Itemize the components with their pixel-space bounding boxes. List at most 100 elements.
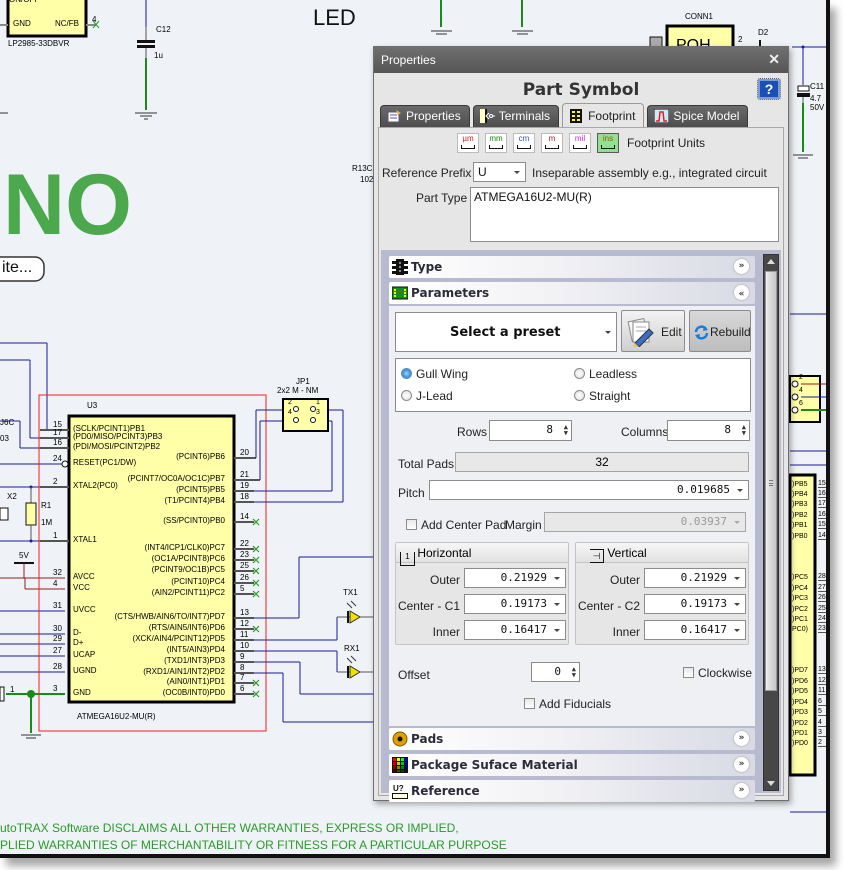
c11-ref-label: C11 bbox=[810, 82, 825, 91]
ruler-icon bbox=[601, 145, 615, 149]
pitch-input[interactable]: 0.019685 bbox=[429, 480, 749, 500]
right-chip-pin-name: )PD1 bbox=[792, 730, 808, 737]
u3-pin-number: 21 bbox=[240, 470, 249, 479]
collapse-icon[interactable]: » bbox=[734, 285, 749, 300]
expand-icon[interactable]: » bbox=[734, 731, 749, 746]
section-surface-material-header[interactable]: Package Suface Material » bbox=[389, 754, 755, 776]
scroll-up-icon[interactable] bbox=[767, 259, 775, 264]
horizontal-title: Horizontal bbox=[417, 546, 472, 560]
u3-pin-number: 26 bbox=[240, 573, 249, 582]
terminals-icon bbox=[479, 109, 495, 123]
margin-input[interactable]: 0.03937 bbox=[544, 512, 746, 532]
spin-arrows-icon[interactable]: ▲ ▼ bbox=[742, 424, 746, 437]
tab-properties[interactable]: Properties bbox=[380, 105, 470, 127]
horizontal-center-input[interactable]: 0.19173 bbox=[464, 594, 566, 614]
radio-label: Straight bbox=[589, 389, 631, 403]
section-pads-header[interactable]: Pads » bbox=[389, 728, 755, 750]
vertical-inner-input[interactable]: 0.16417 bbox=[644, 620, 746, 640]
jp1-pin-label: 2 bbox=[288, 399, 292, 406]
edit-document-icon bbox=[627, 317, 655, 350]
u3-pin-number: 13 bbox=[240, 608, 249, 617]
expand-icon[interactable]: » bbox=[734, 259, 749, 274]
add-fiducials-checkbox[interactable]: Add Fiducials bbox=[524, 697, 611, 711]
jp1-pin-label: 1 bbox=[316, 399, 320, 406]
expand-icon[interactable]: » bbox=[734, 783, 749, 798]
clockwise-checkbox[interactable]: Clockwise bbox=[683, 666, 752, 680]
u3-pin-name: D+ bbox=[73, 638, 84, 647]
checkbox-icon bbox=[683, 667, 694, 678]
properties-titlebar[interactable]: Properties ✕ bbox=[374, 47, 788, 73]
horizontal-inner-input[interactable]: 0.16417 bbox=[464, 620, 566, 640]
rows-label: Rows bbox=[457, 425, 488, 439]
reference-prefix-description: Inseparable assembly e.g., integrated ci… bbox=[532, 166, 767, 180]
right-chip-pin-name: )PB3 bbox=[792, 501, 808, 508]
section-type-header[interactable]: Type » bbox=[389, 256, 755, 278]
u3-pin-number: 5 bbox=[240, 584, 245, 593]
u3-pin-name: XTAL1 bbox=[73, 535, 97, 544]
radio-leadless[interactable]: Leadless bbox=[574, 367, 637, 381]
horizontal-outer-input[interactable]: 0.21929 bbox=[464, 568, 566, 588]
unit-label: ins bbox=[602, 134, 614, 143]
radio-label: Leadless bbox=[589, 367, 638, 381]
preset-value: Select a preset bbox=[450, 325, 561, 340]
section-reference-header[interactable]: U? Reference » bbox=[389, 780, 755, 802]
lp-pin4-label: 4 bbox=[92, 15, 97, 24]
connector-pin-number: 4 bbox=[799, 387, 803, 394]
help-icon[interactable]: ? bbox=[757, 78, 781, 100]
c12-value-label: 1u bbox=[154, 51, 163, 60]
expand-icon[interactable]: » bbox=[734, 757, 749, 772]
connector-pin-number: 6 bbox=[799, 400, 803, 407]
radio-straight[interactable]: Straight bbox=[574, 389, 630, 403]
scrollbar-thumb[interactable] bbox=[765, 271, 777, 691]
section-parameters-header[interactable]: Parameters » bbox=[389, 282, 755, 304]
u3-pin-name: (TXD1/INT3)PD3 bbox=[164, 656, 225, 665]
part-type-input[interactable]: ATMEGA16U2-MU(R) bbox=[470, 187, 779, 242]
pad-icon bbox=[392, 731, 408, 747]
center-c2-label: Center - C2 bbox=[577, 599, 640, 613]
preset-select[interactable]: Select a preset bbox=[395, 312, 617, 352]
unit-button-mm[interactable]: mm bbox=[485, 133, 507, 153]
close-icon[interactable]: ✕ bbox=[768, 51, 780, 68]
radio-gull-wing[interactable]: Gull Wing bbox=[401, 367, 468, 381]
edit-button[interactable]: Edit bbox=[621, 310, 685, 352]
tab-spice-model[interactable]: Spice Model bbox=[647, 105, 749, 127]
chevron-down-icon bbox=[734, 521, 740, 524]
offset-stepper[interactable]: 0 ▲ ▼ bbox=[531, 662, 580, 682]
rows-stepper[interactable]: 8 ▲ ▼ bbox=[489, 420, 572, 441]
tab-footprint[interactable]: Footprint bbox=[562, 103, 645, 127]
u3-pin-name: (INT5/AIN3)PD4 bbox=[166, 645, 225, 654]
tab-bar: Properties Terminals Footprint Spice Mod… bbox=[380, 103, 749, 127]
right-chip-pin-number: 15 bbox=[818, 480, 826, 488]
vertical-outer-input[interactable]: 0.21929 bbox=[644, 568, 746, 588]
5v-label: 5V bbox=[19, 551, 29, 560]
u3-pin-number: 29 bbox=[53, 634, 62, 643]
unit-button-um[interactable]: µm bbox=[457, 133, 479, 153]
u3-pin-name: (SS/PCINT0)PB0 bbox=[163, 516, 225, 525]
u3-pin-number: 3 bbox=[53, 684, 58, 693]
unit-button-ins[interactable]: ins bbox=[597, 133, 619, 153]
columns-stepper[interactable]: 8 ▲ ▼ bbox=[667, 420, 750, 441]
unit-label: m bbox=[548, 134, 556, 143]
tab-label: Terminals bbox=[498, 109, 551, 123]
inner-label: Inner bbox=[432, 625, 460, 639]
vertical-center-input[interactable]: 0.19173 bbox=[644, 594, 746, 614]
add-center-pad-checkbox[interactable]: Add Center Pad bbox=[406, 518, 506, 532]
parameters-panel: Select a preset Edit Rebuild Gull Wing L… bbox=[389, 306, 755, 726]
right-chip-pin-number: 12 bbox=[818, 677, 826, 685]
r1-value-label: 1M bbox=[41, 518, 53, 527]
rebuild-button[interactable]: Rebuild bbox=[689, 310, 751, 352]
inner-label: Inner bbox=[612, 625, 640, 639]
u3-pin-number: 9 bbox=[240, 652, 245, 661]
u3-pin-number: 22 bbox=[240, 539, 249, 548]
spin-arrows-icon[interactable]: ▲ ▼ bbox=[572, 666, 576, 679]
radio-j-lead[interactable]: J-Lead bbox=[401, 389, 453, 403]
vertical-scrollbar[interactable] bbox=[763, 254, 779, 791]
unit-button-cm[interactable]: cm bbox=[513, 133, 535, 153]
c11-value-label: 4.7 bbox=[810, 94, 822, 103]
reference-prefix-select[interactable]: U bbox=[473, 162, 526, 182]
tab-terminals[interactable]: Terminals bbox=[472, 105, 560, 127]
spin-arrows-icon[interactable]: ▲ ▼ bbox=[564, 424, 568, 437]
scroll-down-icon[interactable] bbox=[767, 781, 775, 786]
unit-button-m[interactable]: m bbox=[541, 133, 563, 153]
unit-button-mil[interactable]: mil bbox=[569, 133, 591, 153]
